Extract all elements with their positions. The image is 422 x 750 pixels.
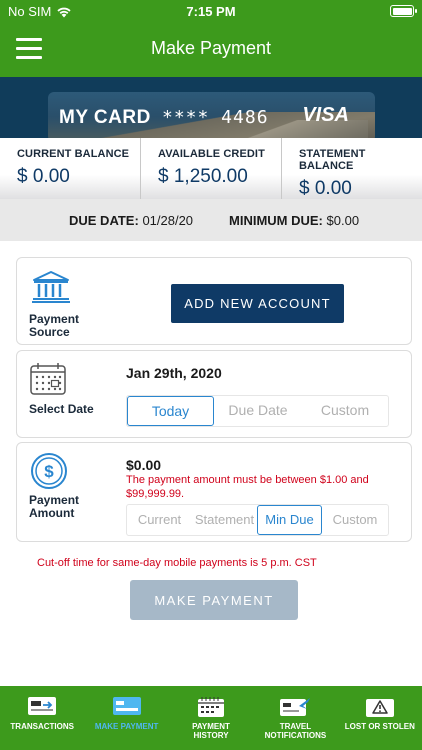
payment-amount-value: $0.00 bbox=[126, 457, 162, 473]
card-banner: MY CARD **** 4486 VISA bbox=[0, 77, 422, 138]
current-balance: CURRENT BALANCE $ 0.00 bbox=[0, 138, 141, 199]
tab-make-payment-label: MAKE PAYMENT bbox=[94, 722, 159, 731]
due-date: DUE DATE: 01/28/20 bbox=[69, 213, 193, 228]
make-payment-button[interactable]: MAKE PAYMENT bbox=[130, 580, 298, 620]
lost-or-stolen-icon bbox=[365, 699, 394, 717]
select-date-panel: Select Date Jan 29th, 2020 Today Due Dat… bbox=[16, 350, 412, 438]
travel-notifications-icon bbox=[280, 698, 311, 716]
minimum-due-value: $0.00 bbox=[326, 213, 360, 228]
date-option-custom[interactable]: Custom bbox=[302, 396, 388, 426]
date-selector: Today Due Date Custom bbox=[126, 395, 389, 427]
tab-payment-history[interactable]: PAYMENT HISTORY bbox=[169, 686, 253, 750]
selected-date: Jan 29th, 2020 bbox=[126, 365, 222, 381]
amount-selector: Current Statement Min Due Custom bbox=[126, 504, 389, 536]
amount-option-min-due[interactable]: Min Due bbox=[257, 505, 322, 535]
date-option-due-date[interactable]: Due Date bbox=[214, 396, 302, 426]
payment-source-panel: Payment Source ADD NEW ACCOUNT bbox=[16, 257, 412, 345]
amount-option-current[interactable]: Current bbox=[127, 505, 192, 535]
dollar-icon: $ bbox=[31, 453, 67, 489]
due-summary: DUE DATE: 01/28/20 MINIMUM DUE: $0.00 bbox=[0, 199, 422, 241]
select-date-label: Select Date bbox=[29, 402, 94, 416]
tab-lost-or-stolen-label: LOST OR STOLEN bbox=[344, 722, 415, 731]
statement-balance-value: $ 0.00 bbox=[299, 178, 352, 199]
bottom-tab-bar: TRANSACTIONS MAKE PAYMENT PAYMENT HISTORY… bbox=[0, 686, 422, 750]
clock: 7:15 PM bbox=[186, 4, 236, 19]
nav-bar: Make Payment bbox=[0, 22, 422, 77]
battery-icon bbox=[390, 5, 417, 17]
card-number: **** 4486 bbox=[162, 107, 269, 128]
current-balance-value: $ 0.00 bbox=[17, 166, 70, 187]
card-image[interactable]: MY CARD **** 4486 VISA bbox=[48, 92, 375, 138]
minimum-due-label: MINIMUM DUE: bbox=[229, 213, 323, 228]
available-credit-label: AVAILABLE CREDIT bbox=[158, 148, 265, 160]
tab-transactions-label: TRANSACTIONS bbox=[10, 722, 74, 731]
transactions-icon bbox=[28, 697, 57, 715]
available-credit-value: $ 1,250.00 bbox=[158, 166, 248, 187]
make-payment-icon bbox=[112, 697, 141, 715]
statement-balance: STATEMENT BALANCE $ 0.00 bbox=[282, 138, 422, 199]
payment-amount-panel: $ Payment Amount $0.00 The payment amount… bbox=[16, 442, 412, 542]
svg-text:$: $ bbox=[44, 462, 54, 481]
bank-icon bbox=[32, 271, 70, 303]
amount-error-message: The payment amount must be between $1.00… bbox=[126, 474, 369, 500]
tab-travel-notifications[interactable]: TRAVEL NOTIFICATIONS bbox=[253, 686, 337, 750]
current-balance-label: CURRENT BALANCE bbox=[17, 148, 130, 160]
tab-payment-history-label: PAYMENT HISTORY bbox=[192, 722, 230, 740]
tab-transactions[interactable]: TRANSACTIONS bbox=[0, 686, 84, 750]
status-bar: No SIM 7:15 PM bbox=[0, 0, 422, 22]
calendar-icon bbox=[30, 363, 66, 395]
page-title: Make Payment bbox=[150, 38, 272, 58]
amount-option-statement[interactable]: Statement bbox=[192, 505, 257, 535]
payment-source-label: Payment Source bbox=[29, 312, 80, 339]
cutoff-note: Cut-off time for same-day mobile payment… bbox=[37, 557, 317, 569]
tab-lost-or-stolen[interactable]: LOST OR STOLEN bbox=[338, 686, 422, 750]
amount-option-custom[interactable]: Custom bbox=[322, 505, 388, 535]
card-name: MY CARD bbox=[59, 107, 151, 128]
available-credit: AVAILABLE CREDIT $ 1,250.00 bbox=[141, 138, 282, 199]
payment-amount-label: Payment Amount bbox=[29, 493, 80, 520]
visa-logo: VISA bbox=[302, 104, 349, 126]
date-option-today[interactable]: Today bbox=[127, 396, 214, 426]
statement-balance-label: STATEMENT BALANCE bbox=[299, 148, 366, 172]
due-date-value: 01/28/20 bbox=[142, 213, 194, 228]
tab-make-payment[interactable]: MAKE PAYMENT bbox=[84, 686, 168, 750]
due-date-label: DUE DATE: bbox=[69, 213, 139, 228]
add-new-account-button[interactable]: ADD NEW ACCOUNT bbox=[171, 284, 344, 323]
minimum-due: MINIMUM DUE: $0.00 bbox=[229, 213, 359, 228]
balance-summary: CURRENT BALANCE $ 0.00 AVAILABLE CREDIT … bbox=[0, 138, 422, 199]
payment-history-icon bbox=[198, 697, 225, 717]
tab-travel-notifications-label: TRAVEL NOTIFICATIONS bbox=[264, 722, 327, 740]
